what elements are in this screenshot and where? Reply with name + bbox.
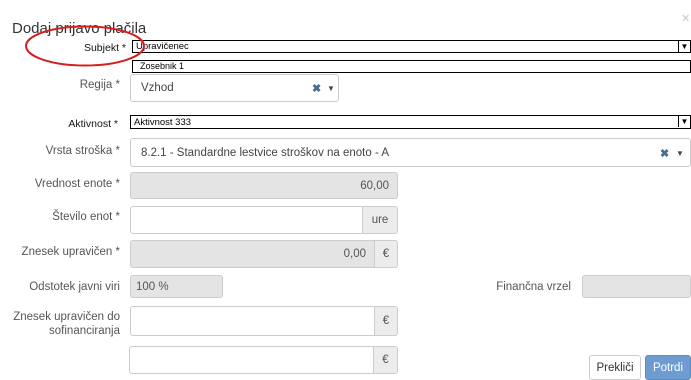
stevilo-enot-unit: ure: [363, 206, 398, 234]
znesek-upravicen-label: Znesek upravičen *: [21, 246, 120, 258]
financna-vrzel-field: [582, 275, 691, 298]
vrsta-stroska-select[interactable]: 8.2.1 - Standardne lestvice stroškov na …: [130, 138, 691, 167]
znesek-sofinanciranja-label: Znesek upravičen do sofinanciranja: [13, 311, 120, 337]
confirm-button[interactable]: Potrdi: [645, 355, 691, 380]
stevilo-enot-label: Število enot *: [52, 211, 120, 223]
aktivnost-label: Aktivnost *: [68, 118, 118, 130]
euro-addon: €: [374, 346, 398, 374]
euro-addon: €: [375, 240, 398, 268]
chevron-down-icon[interactable]: ▼: [678, 40, 690, 52]
vrsta-stroska-value: 8.2.1 - Standardne lestvice stroškov na …: [141, 146, 390, 159]
znesek-sofinanciranja-input[interactable]: [130, 306, 375, 336]
aktivnost-select[interactable]: Aktivnost 333 ▼: [130, 115, 691, 129]
regija-select[interactable]: Vzhod ✖ ▼: [130, 74, 339, 102]
clear-icon[interactable]: ✖: [660, 147, 669, 160]
vrednost-enote-field: 60,00: [130, 172, 398, 199]
vrednost-enote-label: Vrednost enote *: [34, 178, 120, 190]
znesek-upravicen-value: 0,00: [343, 248, 366, 260]
subjekt-dropdown-option[interactable]: Zosebnik 1: [132, 60, 691, 73]
chevron-down-icon[interactable]: ▼: [676, 149, 684, 158]
vrsta-stroska-label: Vrsta stroška *: [45, 145, 120, 157]
extra-amount-input[interactable]: [129, 346, 374, 374]
financna-vrzel-label: Finančna vrzel: [496, 281, 571, 293]
chevron-down-icon[interactable]: ▼: [327, 84, 335, 93]
vrednost-enote-value: 60,00: [360, 179, 389, 192]
cancel-button[interactable]: Prekliči: [589, 355, 641, 380]
odstotek-javni-viri-field: 100 %: [130, 275, 223, 298]
aktivnost-value: Aktivnost 333: [134, 116, 192, 128]
odstotek-javni-viri-label: Odstotek javni viri: [29, 281, 120, 293]
stevilo-enot-input[interactable]: [130, 206, 363, 234]
close-icon[interactable]: ✕: [681, 12, 690, 25]
znesek-upravicen-field: 0,00: [130, 240, 375, 268]
regija-value: Vzhod: [141, 82, 174, 94]
odstotek-javni-viri-value: 100 %: [136, 280, 169, 293]
annotation-circle: [25, 25, 145, 67]
euro-addon: €: [375, 306, 398, 336]
chevron-down-icon[interactable]: ▼: [678, 115, 690, 127]
regija-label: Regija *: [79, 79, 120, 91]
subjekt-select[interactable]: Upravičenec ▼: [132, 40, 691, 53]
clear-icon[interactable]: ✖: [312, 82, 321, 95]
